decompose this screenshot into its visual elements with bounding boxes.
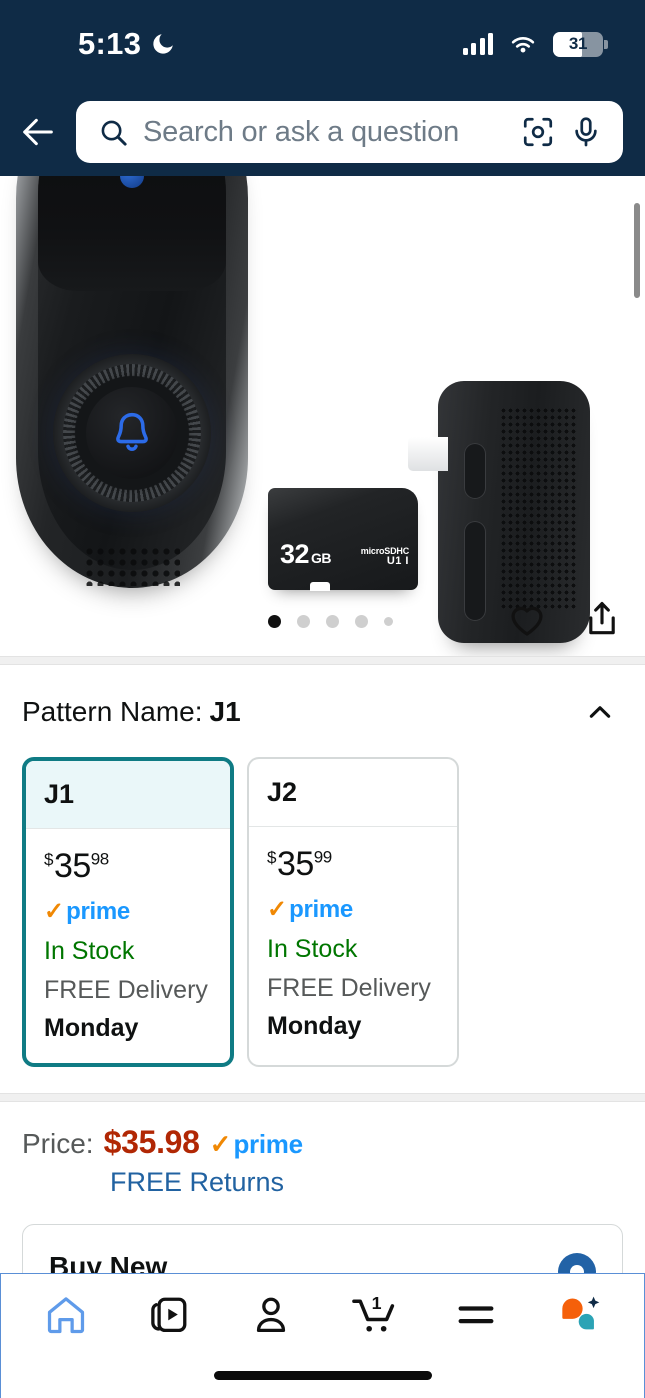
back-arrow-icon <box>23 118 53 146</box>
sd-capacity: 32 GB <box>280 539 332 569</box>
wifi-icon <box>511 37 535 53</box>
pattern-name-section: Pattern Name: J1 J1 $3598 ✓ prime In Sto… <box>0 665 645 1067</box>
hamburger-menu-icon <box>458 1306 494 1324</box>
pattern-option-title: J1 <box>26 761 230 829</box>
pattern-option-price: $3599 <box>267 845 332 883</box>
pattern-option-title: J2 <box>249 759 457 827</box>
pattern-option-j2[interactable]: J2 $3599 ✓ prime In Stock FREE Delivery M… <box>247 757 459 1067</box>
chevron-up-icon <box>589 706 611 718</box>
microsd-card-image: 32 GB microSDHC U1 I <box>268 488 418 591</box>
nav-item-reels[interactable] <box>118 1274 221 1356</box>
pattern-selected-value: J1 <box>209 696 241 727</box>
prime-badge: ✓prime <box>44 898 130 925</box>
status-bar-left: 5:13 <box>78 26 176 62</box>
pattern-option-details: $3599 ✓ prime In Stock FREE Delivery Mond… <box>249 827 457 1061</box>
prime-badge: ✓prime <box>209 1129 303 1159</box>
video-reels-icon <box>150 1297 187 1333</box>
stock-status: In Stock <box>44 937 135 965</box>
carousel-dot[interactable] <box>384 616 393 626</box>
back-button[interactable] <box>14 108 62 156</box>
nav-item-cart[interactable]: 1 <box>323 1274 426 1356</box>
app-screen: 5:13 31 Search or ask a question 32 GB m… <box>0 0 645 1398</box>
section-divider <box>0 656 645 665</box>
price-value: $35.98 <box>103 1124 200 1160</box>
search-header: Search or ask a question <box>0 88 645 176</box>
pattern-option-j1[interactable]: J1 $3598 ✓ prime In Stock FREE Delivery M… <box>22 757 234 1067</box>
price-row: Price: $35.98 ✓ prime <box>22 1124 623 1161</box>
delivery-day: Monday <box>267 1012 362 1040</box>
bell-icon <box>116 412 148 451</box>
microphone-icon[interactable] <box>569 115 603 149</box>
pattern-collapse-button[interactable] <box>577 689 623 735</box>
pattern-header: Pattern Name: J1 <box>22 689 623 735</box>
share-icon[interactable] <box>581 598 623 645</box>
pattern-label: Pattern Name: J1 <box>22 696 241 727</box>
home-indicator-bar <box>213 1371 432 1380</box>
nav-items: 1 <box>1 1274 644 1356</box>
search-placeholder: Search or ask a question <box>143 115 459 148</box>
delivery-text: FREE Delivery <box>44 976 208 1004</box>
search-input[interactable]: Search or ask a question <box>76 101 623 163</box>
bottom-navigation-bar: 1 <box>0 1273 645 1398</box>
heart-icon[interactable] <box>505 597 549 646</box>
status-bar-right: 31 <box>462 31 608 57</box>
shopping-cart-icon: 1 <box>351 1293 394 1332</box>
pattern-option-details: $3598 ✓ prime In Stock FREE Delivery Mond… <box>26 829 230 1063</box>
carousel-dot[interactable] <box>297 614 310 628</box>
carousel-dots[interactable] <box>268 614 393 628</box>
price-section: Price: $35.98 ✓ prime FREE Returns <box>0 1102 645 1198</box>
cellular-signal-icon <box>462 33 493 55</box>
battery-percent: 31 <box>568 34 588 53</box>
carousel-dot[interactable] <box>355 614 368 628</box>
product-image-gallery[interactable]: 32 GB microSDHC U1 I <box>0 176 645 656</box>
rufus-ai-icon <box>562 1296 600 1330</box>
delivery-text: FREE Delivery <box>267 974 431 1002</box>
carousel-dot-active[interactable] <box>268 614 281 628</box>
pattern-options: J1 $3598 ✓ prime In Stock FREE Delivery M… <box>22 757 623 1067</box>
gallery-footer <box>0 586 645 656</box>
crescent-moon-icon <box>153 34 173 54</box>
home-icon <box>48 1297 85 1334</box>
pattern-option-price: $3598 <box>44 847 109 885</box>
nav-item-home[interactable] <box>15 1274 118 1356</box>
carousel-dot[interactable] <box>326 614 339 628</box>
free-returns-link[interactable]: FREE Returns <box>110 1167 623 1198</box>
doorbell-bell-button <box>86 387 178 479</box>
cart-badge-count: 1 <box>371 1293 381 1313</box>
product-image: 32 GB microSDHC U1 I <box>0 176 645 656</box>
delivery-day: Monday <box>44 1014 139 1042</box>
price-label: Price: <box>22 1128 94 1159</box>
vertical-scrollbar[interactable] <box>634 203 640 298</box>
stock-status: In Stock <box>267 935 358 963</box>
section-divider <box>0 1093 645 1102</box>
doorbell-product-image <box>16 176 248 588</box>
search-icon <box>98 117 129 148</box>
prime-badge: ✓prime <box>267 896 353 923</box>
camera-lens-scan-icon[interactable] <box>521 115 555 149</box>
gallery-actions <box>505 597 623 646</box>
nav-item-menu[interactable] <box>425 1274 528 1356</box>
battery-indicator: 31 <box>553 31 608 57</box>
status-bar: 5:13 31 <box>0 0 645 88</box>
nav-item-account[interactable] <box>220 1274 323 1356</box>
clock-time: 5:13 <box>78 26 142 61</box>
nav-item-rufus[interactable] <box>528 1274 631 1356</box>
person-icon <box>257 1297 286 1333</box>
sd-card-markings: microSDHC U1 I <box>360 546 409 568</box>
